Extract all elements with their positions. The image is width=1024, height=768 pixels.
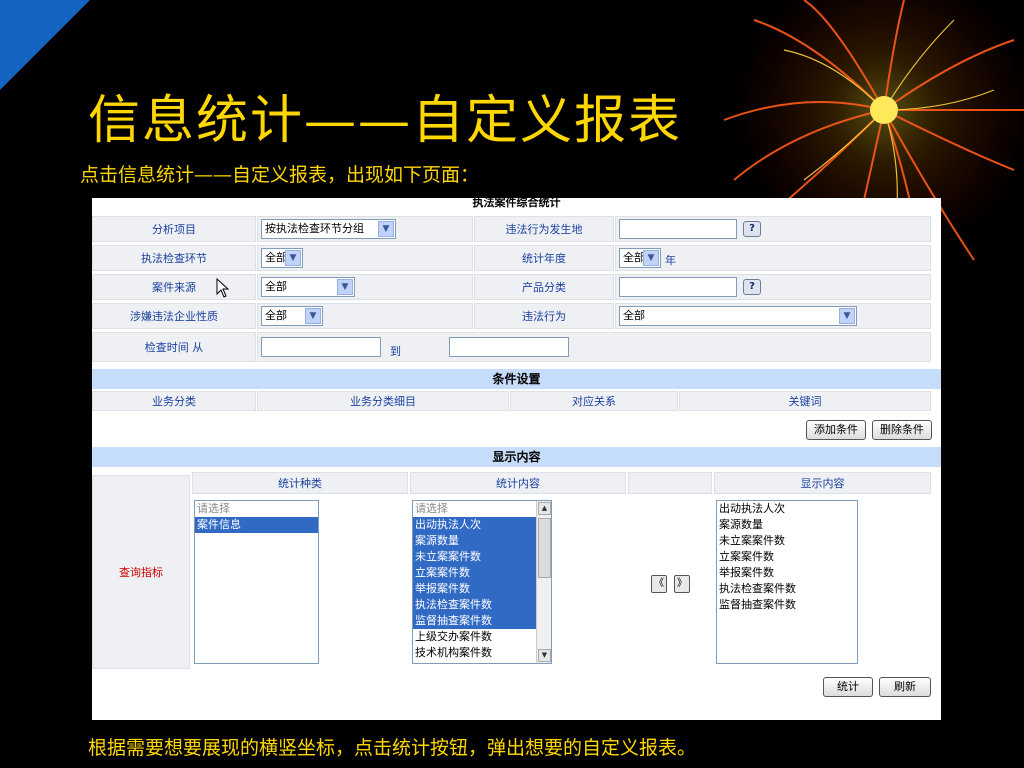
cell-enterprise-select: 全部 ▼	[257, 303, 473, 329]
label-product-category: 产品分类	[474, 274, 614, 300]
label-analysis-item: 分析项目	[92, 216, 256, 242]
list-item[interactable]: 执法检查案件数	[413, 597, 551, 613]
cell-source-select: 全部 ▼	[257, 274, 473, 300]
cond-header-detail: 业务分类细目	[257, 391, 509, 411]
display-header-category: 统计种类	[192, 472, 408, 494]
list-item[interactable]: 未立案案件数	[413, 549, 551, 565]
cell-product-category: ?	[615, 274, 931, 300]
refresh-button[interactable]: 刷新	[879, 677, 931, 697]
scroll-down-icon[interactable]: ▼	[538, 649, 551, 662]
display-header-blank	[628, 472, 712, 494]
list-item[interactable]: 举报案件数	[413, 581, 551, 597]
corner-decoration	[0, 0, 90, 90]
chevron-down-icon: ▼	[285, 250, 301, 266]
slide-title: 信息统计——自定义报表	[88, 91, 683, 151]
display-header-shown: 显示内容	[714, 472, 931, 494]
list-item[interactable]: 请选择	[195, 501, 318, 517]
label-check-time: 检查时间 从	[92, 332, 256, 362]
display-section-title: 显示内容	[92, 447, 941, 467]
cond-header-relation: 对应关系	[510, 391, 678, 411]
chevron-down-icon: ▼	[839, 308, 855, 324]
list-item[interactable]: 出动执法人次	[413, 517, 551, 533]
conditions-section-title: 条件设置	[92, 369, 941, 389]
label-case-source: 案件来源	[92, 274, 256, 300]
scroll-up-icon[interactable]: ▲	[538, 502, 551, 515]
list-item[interactable]: 上级交办案件数	[413, 629, 551, 645]
case-source-select[interactable]: 全部 ▼	[261, 277, 355, 297]
list-item[interactable]: 举报案件数	[717, 565, 857, 581]
form-row-enterprise: 涉嫌违法企业性质 全部 ▼ 违法行为 全部 ▼	[92, 303, 941, 331]
mouse-cursor-icon	[216, 278, 230, 298]
form-row-analysis: 分析项目 按执法检查环节分组 ▼ 违法行为发生地 ?	[92, 216, 941, 244]
list-item[interactable]: 案源数量	[717, 517, 857, 533]
form-title: 执法案件综合统计	[472, 198, 561, 209]
label-violation-behavior: 违法行为	[474, 303, 614, 329]
question-icon[interactable]: ?	[743, 221, 761, 237]
cell-violation-behavior: 全部 ▼	[615, 303, 931, 329]
time-from-input[interactable]	[261, 337, 381, 357]
label-violation-place: 违法行为发生地	[474, 216, 614, 242]
list-item[interactable]: 监督抽查案件数	[413, 613, 551, 629]
list-item[interactable]: 案源数量	[413, 533, 551, 549]
content-scrollbar[interactable]: ▲ ▼	[536, 501, 551, 663]
inspection-stage-select[interactable]: 全部 ▼	[261, 248, 303, 268]
violation-place-input[interactable]	[619, 219, 737, 239]
cell-inspection-select: 全部 ▼	[257, 245, 473, 271]
list-item[interactable]: 监督抽查案件数	[717, 597, 857, 613]
chevron-down-icon: ▼	[378, 221, 394, 237]
list-item[interactable]: 执法检查案件数	[717, 581, 857, 597]
cell-stat-year: 全部 ▼ 年	[615, 245, 931, 271]
cell-time-range: 到	[257, 332, 931, 362]
form-row-inspection: 执法检查环节 全部 ▼ 统计年度 全部 ▼ 年	[92, 245, 941, 273]
chevron-down-icon: ▼	[305, 308, 321, 324]
list-item[interactable]: 技术机构案件数	[413, 645, 551, 661]
scroll-thumb[interactable]	[538, 518, 551, 578]
chevron-down-icon: ▼	[643, 250, 659, 266]
form-row-time: 检查时间 从 到	[92, 332, 941, 364]
time-to-input[interactable]	[449, 337, 569, 357]
question-icon[interactable]: ?	[743, 279, 761, 295]
conditions-header-row: 业务分类 业务分类细目 对应关系 关键词	[92, 391, 941, 413]
cell-violation-place: ?	[615, 216, 931, 242]
enterprise-nature-select[interactable]: 全部 ▼	[261, 306, 323, 326]
slide-footer: 根据需要想要展现的横竖坐标，点击统计按钮，弹出想要的自定义报表。	[88, 737, 697, 759]
shown-content-listbox[interactable]: 出动执法人次 案源数量 未立案案件数 立案案件数 举报案件数 执法检查案件数 监督抽查案件数	[716, 500, 858, 664]
list-item[interactable]: 请选择	[413, 501, 551, 517]
display-header-row: 统计种类 统计内容 显示内容	[92, 472, 941, 496]
label-stat-year: 统计年度	[474, 245, 614, 271]
cond-header-keyword: 关键词	[679, 391, 931, 411]
analysis-item-select[interactable]: 按执法检查环节分组 ▼	[261, 219, 396, 239]
list-item[interactable]: 立案案件数	[717, 549, 857, 565]
list-item[interactable]: 立案案件数	[413, 565, 551, 581]
label-enterprise-nature: 涉嫌违法企业性质	[92, 303, 256, 329]
cond-header-category: 业务分类	[92, 391, 256, 411]
display-header-content: 统计内容	[410, 472, 626, 494]
stat-year-select[interactable]: 全部 ▼	[619, 248, 661, 268]
cell-analysis-select: 按执法检查环节分组 ▼	[257, 216, 473, 242]
stat-button[interactable]: 统计	[823, 677, 873, 697]
move-left-button[interactable]: 《	[651, 575, 667, 593]
list-item[interactable]: 出动执法人次	[717, 501, 857, 517]
content-listbox[interactable]: 请选择 出动执法人次 案源数量 未立案案件数 立案案件数 举报案件数 执法检查案件数 监督抽查…	[412, 500, 552, 664]
slide-subtitle: 点击信息统计——自定义报表，出现如下页面：	[80, 164, 480, 186]
product-category-input[interactable]	[619, 277, 737, 297]
category-listbox[interactable]: 请选择 案件信息	[194, 500, 319, 664]
list-item[interactable]: 未立案案件数	[717, 533, 857, 549]
delete-condition-button[interactable]: 删除条件	[872, 420, 932, 440]
move-right-button[interactable]: 》	[674, 575, 690, 593]
year-unit-label: 年	[665, 254, 676, 267]
violation-behavior-select[interactable]: 全部 ▼	[619, 306, 857, 326]
add-condition-button[interactable]: 添加条件	[806, 420, 866, 440]
chevron-down-icon: ▼	[337, 279, 353, 295]
list-item[interactable]: 案件信息	[195, 517, 318, 533]
query-indicator-label: 查询指标	[92, 475, 190, 669]
time-to-label: 到	[390, 345, 401, 358]
report-form-screenshot: 执法案件综合统计 分析项目 按执法检查环节分组 ▼ 违法行为发生地 ? 执法检查…	[92, 198, 941, 720]
label-inspection-stage: 执法检查环节	[92, 245, 256, 271]
